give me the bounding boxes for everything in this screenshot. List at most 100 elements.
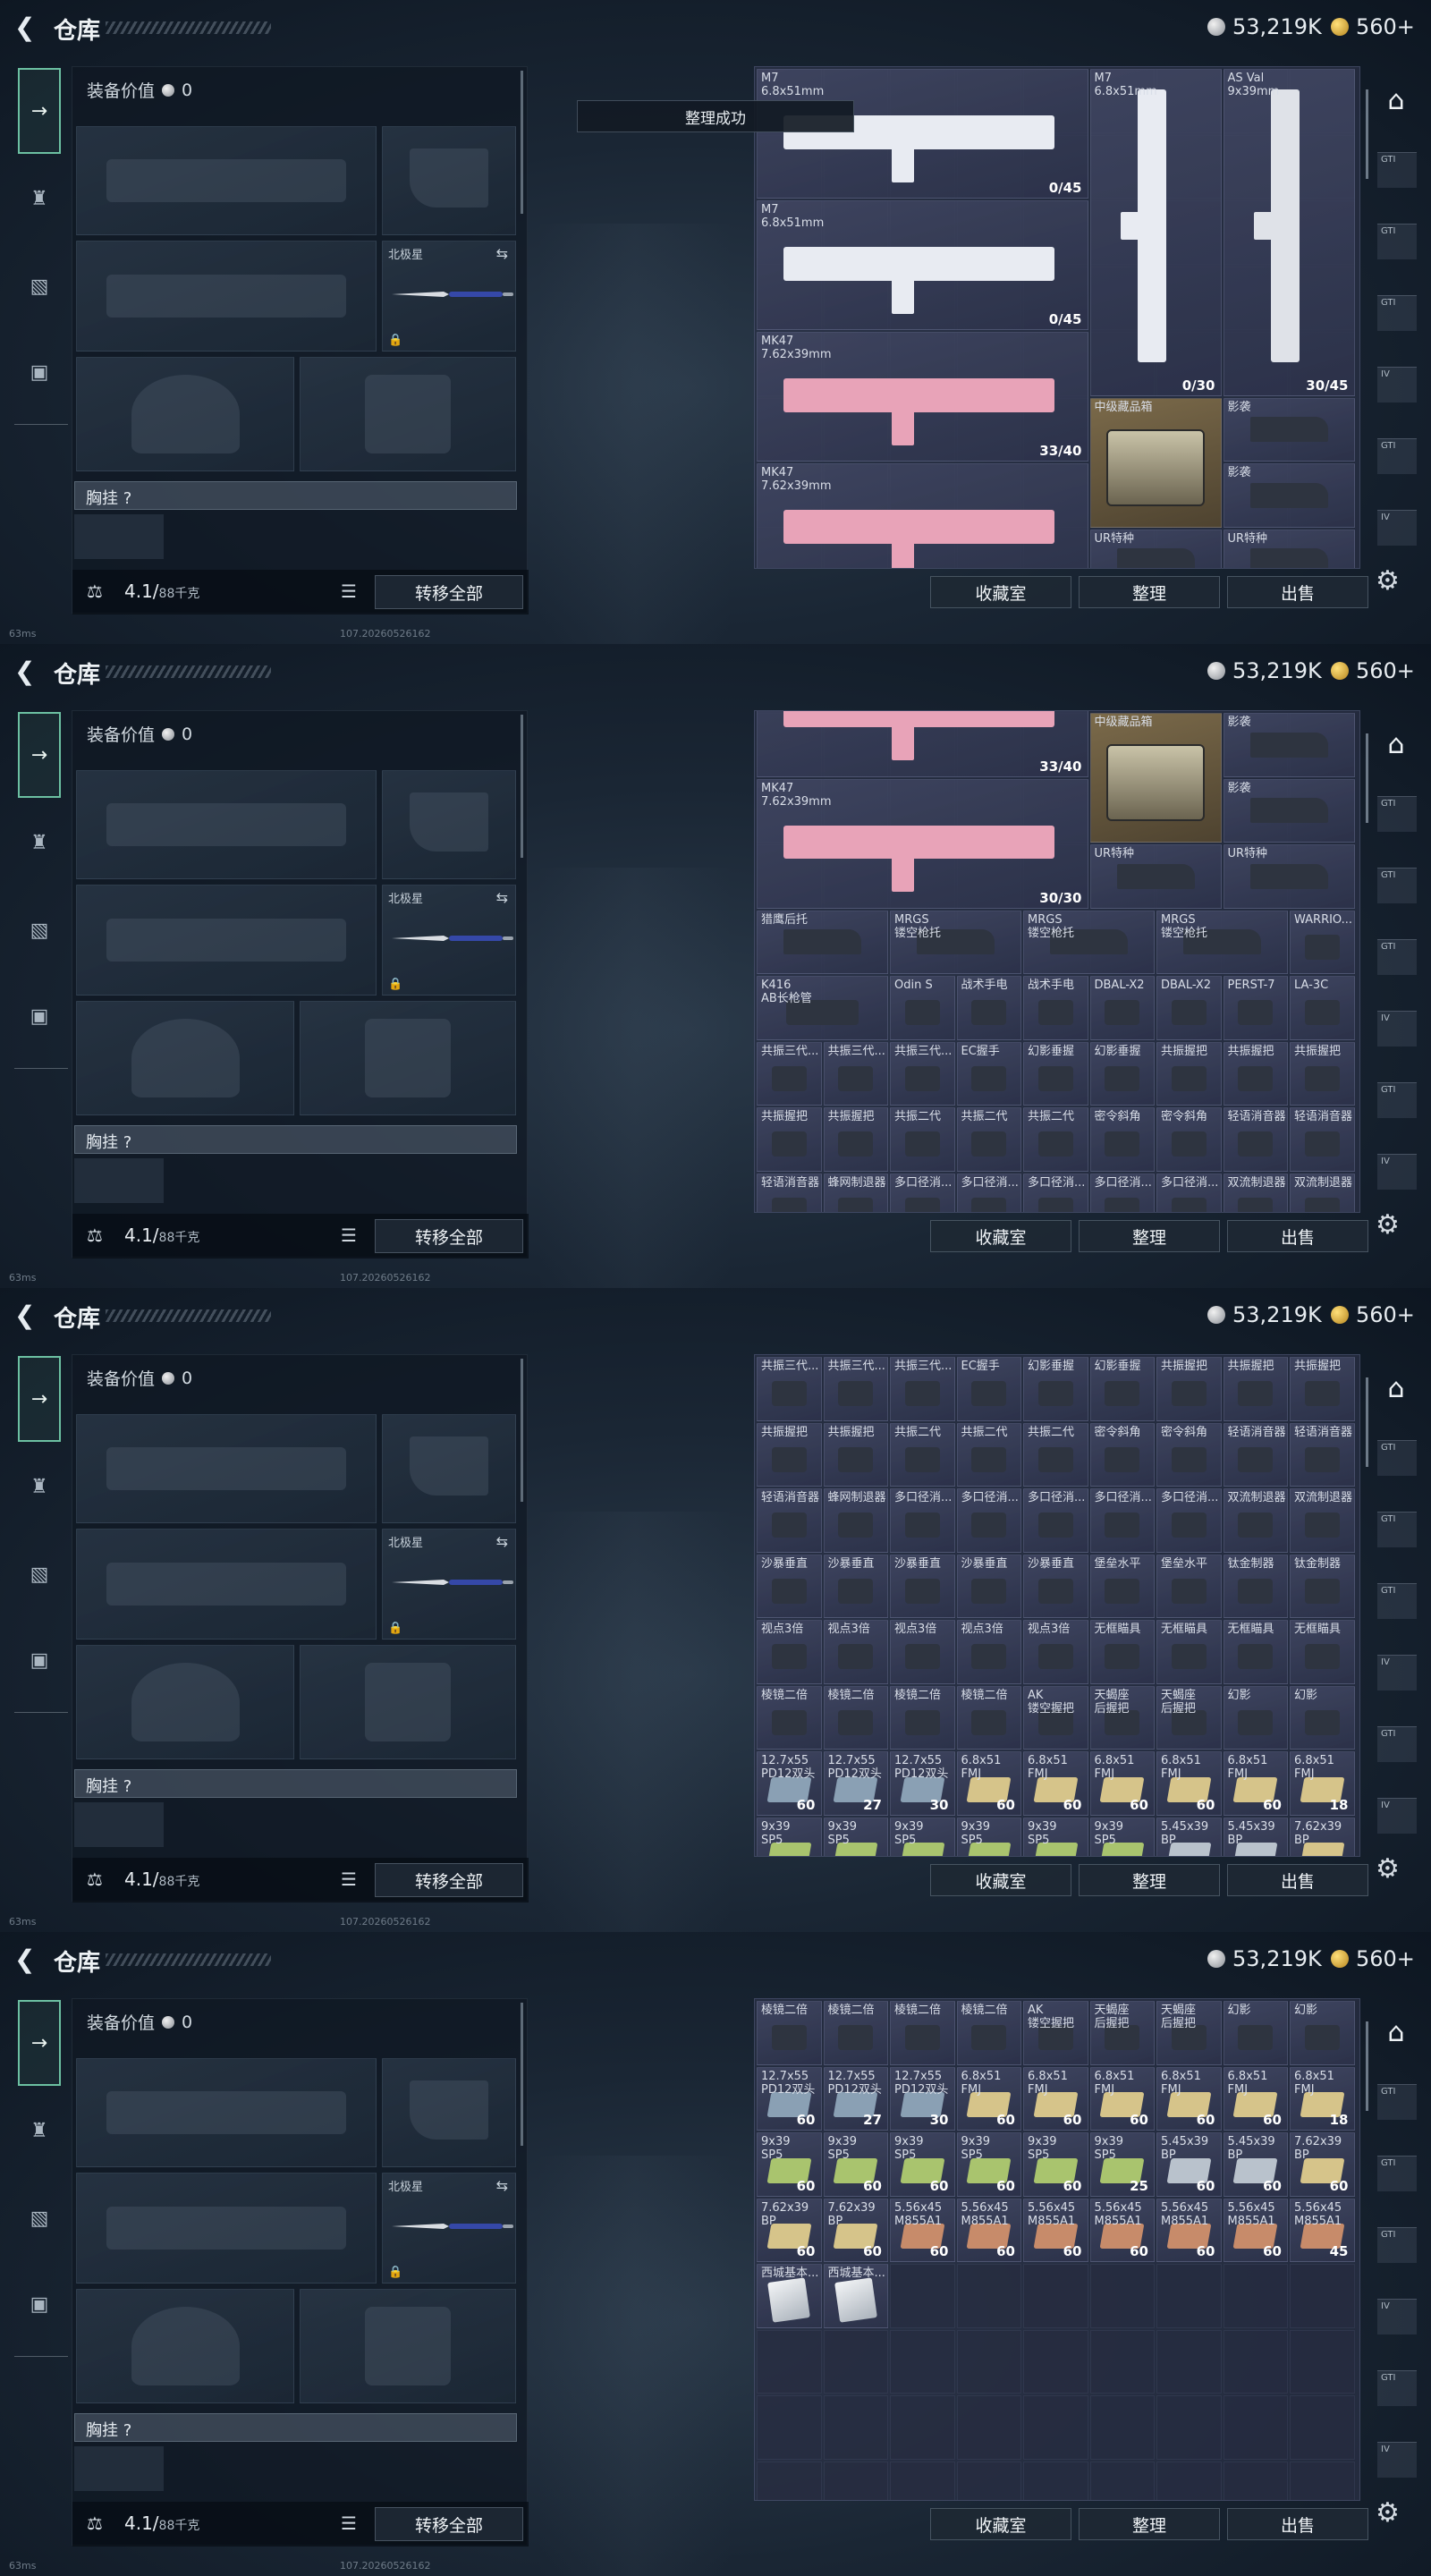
inventory-item[interactable]: EC握手 <box>956 1041 1021 1106</box>
inventory-item[interactable]: 影袭 <box>1223 713 1355 777</box>
armor-slot[interactable] <box>300 1001 516 1115</box>
swap-icon[interactable]: ⇆ <box>496 245 508 262</box>
list-icon[interactable]: ☰ <box>341 1868 357 1890</box>
tab-weapons[interactable]: → <box>18 2000 61 2086</box>
inventory-item[interactable]: 共振握把 <box>1223 1357 1288 1421</box>
inventory-item[interactable]: 9x39 SP5 60 <box>757 2132 822 2197</box>
sell-button[interactable]: 出售 <box>1227 1864 1368 1896</box>
inventory-item[interactable]: 9x39 SP5 60 <box>890 2132 955 2197</box>
storage-tab[interactable]: GTI <box>1377 1512 1417 1547</box>
inventory-item[interactable]: DBAL-X2 <box>1156 976 1222 1040</box>
inventory-item[interactable]: 影袭 <box>1223 778 1355 843</box>
inventory-item[interactable]: 6.8x51 FMJ 60 <box>1089 2066 1155 2131</box>
storage-tab[interactable]: GTI <box>1377 1082 1417 1118</box>
collection-room-button[interactable]: 收藏室 <box>930 2508 1071 2540</box>
inventory-item[interactable]: 多口径消... <box>956 1488 1021 1553</box>
inventory-item[interactable]: 多口径消... <box>890 1173 955 1212</box>
inventory-item[interactable]: 幻影垂握 <box>1089 1357 1155 1421</box>
inventory-item[interactable]: 12.7x55 PD12双头 60 <box>757 2066 822 2131</box>
list-icon[interactable]: ☰ <box>341 580 357 602</box>
inventory-item[interactable]: 双流制退器 <box>1223 1173 1288 1212</box>
inventory-item[interactable]: 7.62x39 BP 60 <box>823 2198 888 2262</box>
inventory-item[interactable]: 6.8x51 FMJ 60 <box>956 1751 1021 1816</box>
inventory-item[interactable]: 幻影垂握 <box>1023 1357 1088 1421</box>
inventory-item[interactable]: M7 6.8x51mm 0/30 <box>1089 69 1222 396</box>
inventory-item[interactable]: AK 镂空握把 <box>1023 2001 1088 2065</box>
inventory-item[interactable]: 西城基本... <box>757 2264 822 2328</box>
sell-button[interactable]: 出售 <box>1227 576 1368 608</box>
inventory-item[interactable]: 共振握把 <box>1223 1041 1288 1106</box>
storage-tab[interactable]: IV <box>1377 1011 1417 1046</box>
inventory-item[interactable]: 共振握把 <box>1156 1357 1222 1421</box>
tab-weapons[interactable]: → <box>18 1356 61 1442</box>
chest-rig-header[interactable]: 胸挂 ? <box>74 2413 517 2442</box>
inventory-item[interactable]: 无框瞄具 <box>1156 1620 1222 1684</box>
inventory-item[interactable]: 6.8x51 FMJ 18 <box>1290 2066 1355 2131</box>
storage-tab[interactable]: IV <box>1377 510 1417 546</box>
inventory-item[interactable]: 共振二代 <box>890 1422 955 1487</box>
storage-tab[interactable]: IV <box>1377 367 1417 402</box>
inventory-item[interactable]: K416 AB长枪管 <box>757 976 888 1040</box>
inventory-item[interactable]: 5.56x45 M855A1 60 <box>1223 2198 1288 2262</box>
inventory-item[interactable]: 12.7x55 PD12双头 27 <box>823 1751 888 1816</box>
inventory-item[interactable]: 幻影 <box>1223 2001 1288 2065</box>
storage-tab[interactable]: IV <box>1377 1798 1417 1834</box>
inventory-item[interactable]: 天蝎座 后握把 <box>1089 2001 1155 2065</box>
inventory-item[interactable]: 多口径消... <box>1089 1488 1155 1553</box>
inventory-item[interactable]: 5.56x45 M855A1 45 <box>1290 2198 1355 2262</box>
inventory-item[interactable]: 5.45x39 BP <box>1156 1817 1222 1856</box>
inventory-item[interactable]: 6.8x51 FMJ 60 <box>1223 2066 1288 2131</box>
storage-tab[interactable]: GTI <box>1377 2227 1417 2263</box>
inventory-item[interactable]: 蜂网制退器 <box>823 1173 888 1212</box>
inventory-item[interactable]: 共振握把 <box>823 1422 888 1487</box>
inventory-item[interactable]: 5.56x45 M855A1 60 <box>1089 2198 1155 2262</box>
inventory-item[interactable]: UR特种 <box>1089 844 1222 909</box>
inventory-item[interactable]: 视点3倍 <box>823 1620 888 1684</box>
inventory-item[interactable]: 堡垒水平 <box>1156 1554 1222 1618</box>
inventory-item[interactable]: 多口径消... <box>1023 1488 1088 1553</box>
inventory-item[interactable]: 蜂网制退器 <box>823 1488 888 1553</box>
inventory-item[interactable]: 轻语消音器 <box>1290 1422 1355 1487</box>
storage-tab[interactable]: GTI <box>1377 1583 1417 1619</box>
transfer-all-button[interactable]: 转移全部 <box>375 1219 523 1253</box>
storage-tab[interactable]: GTI <box>1377 868 1417 903</box>
inventory-item[interactable]: 7.62x39 BP <box>1290 1817 1355 1856</box>
chest-rig-slot[interactable] <box>74 2446 164 2491</box>
list-icon[interactable]: ☰ <box>341 2512 357 2534</box>
inventory-item[interactable]: 棱镜二倍 <box>890 1685 955 1750</box>
inventory-item[interactable]: 6.8x51 FMJ 60 <box>1023 1751 1088 1816</box>
inventory-item[interactable]: 多口径消... <box>1089 1173 1155 1212</box>
helmet-slot[interactable] <box>76 1001 294 1115</box>
storage-tab[interactable]: GTI <box>1377 2084 1417 2120</box>
inventory-item[interactable]: 9x39 SP5 60 <box>823 2132 888 2197</box>
storage-tab[interactable]: GTI <box>1377 295 1417 331</box>
inventory-item[interactable]: 共振二代 <box>956 1107 1021 1172</box>
gold-currency[interactable]: 560+ <box>1331 14 1415 39</box>
inventory-item[interactable]: 沙暴垂直 <box>890 1554 955 1618</box>
primary-weapon-slot[interactable] <box>76 126 377 235</box>
tab-backpack[interactable]: ▧ <box>18 909 61 952</box>
inventory-item[interactable]: 无框瞄具 <box>1223 1620 1288 1684</box>
inventory-item[interactable]: 轻语消音器 <box>1223 1422 1288 1487</box>
melee-slot[interactable]: 北极星 ⇆ 🔒 <box>382 885 516 996</box>
sort-button[interactable]: 整理 <box>1079 576 1220 608</box>
inventory-item[interactable]: EC握手 <box>956 1357 1021 1421</box>
inventory-item[interactable]: 多口径消... <box>890 1488 955 1553</box>
inventory-item[interactable]: 9x39 SP5 25 <box>1089 2132 1155 2197</box>
inventory-item[interactable]: 共振三代... <box>890 1041 955 1106</box>
back-arrow-icon[interactable]: ❮ <box>14 658 41 685</box>
inventory-item[interactable]: M7 6.8x51mm 0/45 <box>757 69 1088 199</box>
inventory-item[interactable]: 沙暴垂直 <box>1023 1554 1088 1618</box>
inventory-item[interactable]: 堡垒水平 <box>1089 1554 1155 1618</box>
storage-tab[interactable]: IV <box>1377 2299 1417 2334</box>
storage-tab[interactable]: IV <box>1377 2442 1417 2478</box>
inventory-item[interactable]: 12.7x55 PD12双头 30 <box>890 1751 955 1816</box>
inventory-item[interactable]: 7.62x39 BP 60 <box>757 2198 822 2262</box>
equipment-scrollbar[interactable] <box>521 2003 523 2146</box>
inventory-item[interactable]: 12.7x55 PD12双头 60 <box>757 1751 822 1816</box>
inventory-item[interactable]: 共振握把 <box>757 1422 822 1487</box>
inventory-item[interactable]: 双流制退器 <box>1290 1173 1355 1212</box>
inventory-item[interactable]: 轻语消音器 <box>757 1173 822 1212</box>
tab-case[interactable]: ▣ <box>18 1639 61 1682</box>
inventory-item[interactable]: 共振三代... <box>823 1357 888 1421</box>
